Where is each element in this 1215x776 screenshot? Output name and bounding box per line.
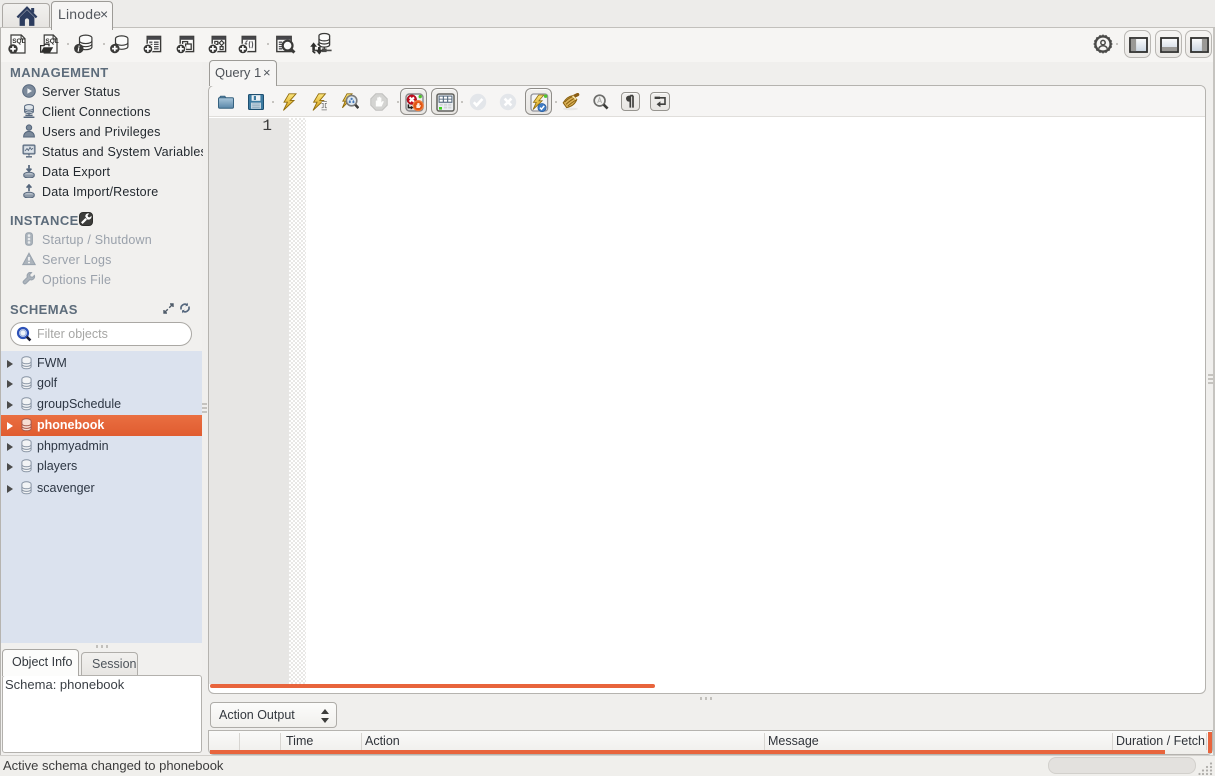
- svg-text:SQL: SQL: [12, 38, 25, 45]
